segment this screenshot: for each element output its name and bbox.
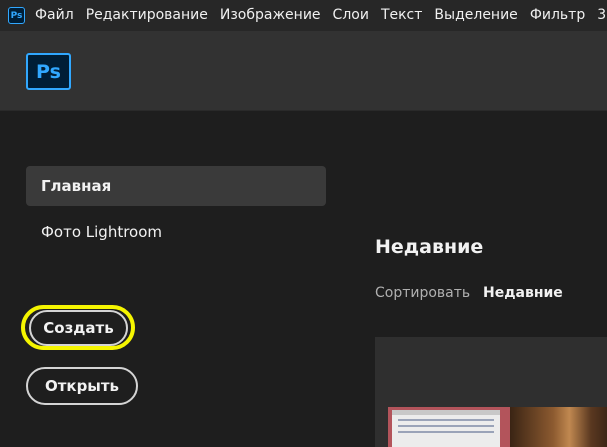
photoshop-logo-icon: Ps — [26, 53, 71, 90]
sidebar-item-label: Фото Lightroom — [41, 223, 163, 241]
open-button-label: Открыть — [44, 377, 120, 395]
menu-bar: Ps Файл Редактирование Изображение Слои … — [0, 0, 607, 31]
menu-image[interactable]: Изображение — [220, 0, 321, 31]
recent-section-title: Недавние — [375, 236, 484, 258]
photoshop-app-icon[interactable]: Ps — [8, 7, 25, 24]
sidebar-item-label: Главная — [41, 177, 112, 195]
recent-file-thumbnail[interactable] — [388, 407, 607, 447]
sidebar-item-home[interactable]: Главная — [26, 166, 326, 206]
menu-filter[interactable]: Фильтр — [530, 0, 585, 31]
menu-select[interactable]: Выделение — [434, 0, 517, 31]
menu-type[interactable]: Текст — [381, 0, 422, 31]
sidebar-item-lightroom-photos[interactable]: Фото Lightroom — [26, 212, 326, 252]
sort-dropdown[interactable]: Недавние — [483, 285, 563, 301]
create-button[interactable]: Создать — [29, 310, 128, 346]
menu-file[interactable]: Файл — [35, 0, 74, 31]
open-button[interactable]: Открыть — [26, 367, 138, 405]
menu-layers[interactable]: Слои — [333, 0, 369, 31]
menu-3d[interactable]: 3D — [597, 0, 607, 31]
menu-edit[interactable]: Редактирование — [86, 0, 208, 31]
thumbnail-window-image — [392, 410, 500, 447]
thumbnail-photo-image — [510, 407, 607, 447]
sort-label: Сортировать — [375, 285, 471, 301]
home-header: Ps — [0, 31, 607, 111]
create-button-label: Создать — [43, 319, 114, 337]
